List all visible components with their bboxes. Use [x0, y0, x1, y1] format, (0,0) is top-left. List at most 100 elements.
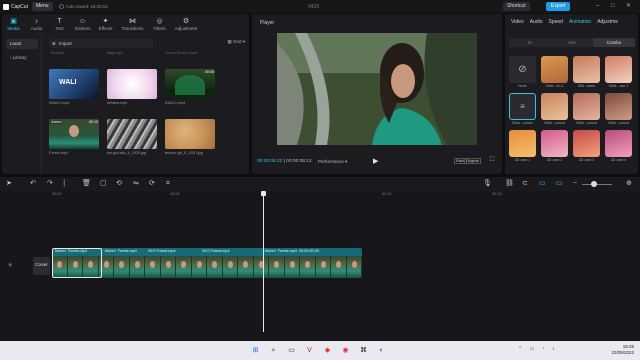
taskbar-clock[interactable]: 18:25 22/09/2022 — [611, 344, 634, 356]
animation-thumb[interactable] — [605, 56, 632, 83]
link-icon[interactable]: ⛓ — [505, 179, 514, 189]
tab-stickers[interactable]: ☺ Stickers — [71, 14, 94, 34]
animation-label: Slide...on 1 — [545, 84, 564, 88]
zoom-fit-icon[interactable]: ⊕ — [626, 179, 632, 189]
chevron-down-icon: ▾ — [345, 159, 348, 164]
crop-icon[interactable]: ⌗ — [166, 179, 170, 189]
cover-button[interactable]: Cover — [33, 257, 50, 275]
adjustment-icon: ⚙ — [182, 17, 190, 25]
zoom-slider-handle[interactable] — [591, 181, 597, 187]
media-thumb[interactable]: Added 00:10 — [49, 119, 99, 149]
shortcut-button[interactable]: Shortcut — [503, 2, 530, 11]
clip-frame — [160, 256, 176, 278]
autosave-text: Auto saved: 18:25:02 — [65, 4, 109, 9]
tab-audio[interactable]: ♪ Audio — [25, 14, 48, 34]
app-icon[interactable]: V — [304, 345, 315, 356]
sidebar-item-library[interactable]: › Library — [6, 53, 38, 63]
tab-effects[interactable]: ✦ Effects — [94, 14, 117, 34]
menu-button[interactable]: Menu — [32, 2, 53, 11]
microphone-icon[interactable]: 🎙 — [483, 179, 492, 189]
tab-video[interactable]: Video — [508, 14, 527, 30]
timeline[interactable]: 00:00 00:05 00:10 00:15 ◉ Cover Muted Fo… — [0, 191, 640, 341]
tab-speed[interactable]: Speed — [546, 14, 566, 30]
import-button[interactable]: ⊕ Import — [49, 39, 153, 48]
filters-icon: ◎ — [156, 17, 163, 25]
reverse-icon[interactable]: ⟲ — [116, 179, 122, 189]
autosave-status: Auto saved: 18:25:02 — [58, 4, 109, 9]
tab-filters[interactable]: ◎ Filters — [148, 14, 171, 34]
magnet-icon[interactable]: ⊂ — [522, 179, 528, 189]
tab-adjustment[interactable]: Adjustme — [594, 14, 621, 30]
animation-thumb[interactable] — [509, 130, 536, 157]
search-icon[interactable]: ⌕ — [268, 345, 279, 356]
clip-label: Muted Forest.mp4 — [105, 249, 137, 253]
grid-view-button[interactable]: ▦ Grid ▾ — [227, 39, 245, 45]
maximize-icon[interactable]: □ — [611, 3, 615, 10]
tab-media[interactable]: ▣ Media — [2, 14, 25, 34]
app-icon[interactable]: ◆ — [322, 345, 333, 356]
tab-adjustment[interactable]: ⚙ Adjustment — [171, 14, 201, 34]
app-icon[interactable]: ◉ — [340, 345, 351, 356]
animation-selected[interactable]: ≡ — [509, 93, 536, 120]
animation-thumb[interactable] — [541, 130, 568, 157]
time-ruler-tick: 00:15 — [492, 192, 502, 196]
playhead[interactable] — [263, 191, 264, 332]
mirror-icon[interactable]: ⇋ — [133, 179, 139, 189]
media-thumb[interactable] — [107, 119, 157, 149]
video-preview[interactable] — [277, 33, 477, 145]
windows-start-icon[interactable]: ⊞ — [250, 345, 261, 356]
capcut-taskbar-icon[interactable]: ⌘ — [358, 345, 369, 356]
system-tray[interactable]: ⌃ ▭ ◔ ♪ — [518, 346, 558, 352]
tab-transitions[interactable]: ⋈ Transitions — [117, 14, 148, 34]
select-tool-icon[interactable]: ➤ — [6, 179, 12, 189]
selected-clip-outline[interactable] — [52, 248, 102, 278]
tab-animation[interactable]: Animation — [566, 14, 594, 30]
rotate-icon[interactable]: ⟳ — [149, 179, 155, 189]
play-icon[interactable]: ▶ — [373, 157, 378, 165]
freeze-icon[interactable]: ▢ — [100, 179, 107, 189]
delete-icon[interactable]: 🗑 — [82, 179, 91, 189]
subtab-in[interactable]: In — [509, 38, 551, 47]
original-ratio-button[interactable]: Original — [464, 158, 482, 164]
subtab-out[interactable]: Out — [551, 38, 593, 47]
media-thumb[interactable]: WALI — [49, 69, 99, 99]
grid-label: Grid — [232, 39, 242, 44]
export-button[interactable]: Export — [546, 2, 571, 11]
animation-thumb[interactable] — [573, 56, 600, 83]
animation-thumb[interactable] — [541, 93, 568, 120]
media-thumb[interactable]: 00:05 — [165, 69, 215, 99]
animation-thumb[interactable] — [573, 130, 600, 157]
redo-icon[interactable]: ↷ — [47, 179, 53, 189]
fullscreen-icon[interactable]: ⛶ — [490, 157, 494, 164]
clip-frame — [300, 256, 316, 278]
animation-thumb[interactable] — [605, 130, 632, 157]
animation-thumb[interactable] — [605, 93, 632, 120]
close-icon[interactable]: ✕ — [626, 3, 631, 10]
media-thumb-label: texture-gfl_5_1920.jpg — [165, 151, 203, 155]
tab-label: Text — [55, 25, 64, 31]
performance-dropdown[interactable]: Performance ▾ — [318, 159, 347, 165]
minimize-icon[interactable]: – — [596, 3, 599, 10]
animation-thumb[interactable] — [573, 93, 600, 120]
track-visibility-icon[interactable]: ◉ — [8, 262, 12, 268]
split-icon[interactable]: ⎸ — [64, 179, 71, 189]
subtab-combo[interactable]: Combo — [593, 38, 635, 47]
snap-icon[interactable]: ▭ — [539, 179, 546, 189]
browser-icon[interactable]: ◐ — [376, 345, 387, 356]
undo-icon[interactable]: ↶ — [30, 179, 36, 189]
grid-icon: ▦ — [227, 39, 232, 44]
zoom-slider[interactable] — [582, 184, 612, 185]
tab-text[interactable]: T Text — [48, 14, 71, 34]
media-thumb[interactable] — [165, 119, 215, 149]
sidebar-item-local[interactable]: Local — [6, 39, 38, 49]
task-view-icon[interactable]: ▭ — [286, 345, 297, 356]
animation-thumb[interactable] — [541, 56, 568, 83]
media-thumb[interactable] — [107, 69, 157, 99]
animation-none[interactable]: ⊘ — [509, 56, 536, 83]
zoom-out-icon[interactable]: − — [573, 179, 577, 189]
tab-audio[interactable]: Audio — [527, 14, 546, 30]
preview-axis-icon[interactable]: ▭ — [556, 179, 563, 189]
tab-label: Transitions — [121, 25, 144, 31]
tab-label: Audio — [30, 25, 43, 31]
thumb-art — [69, 125, 79, 137]
